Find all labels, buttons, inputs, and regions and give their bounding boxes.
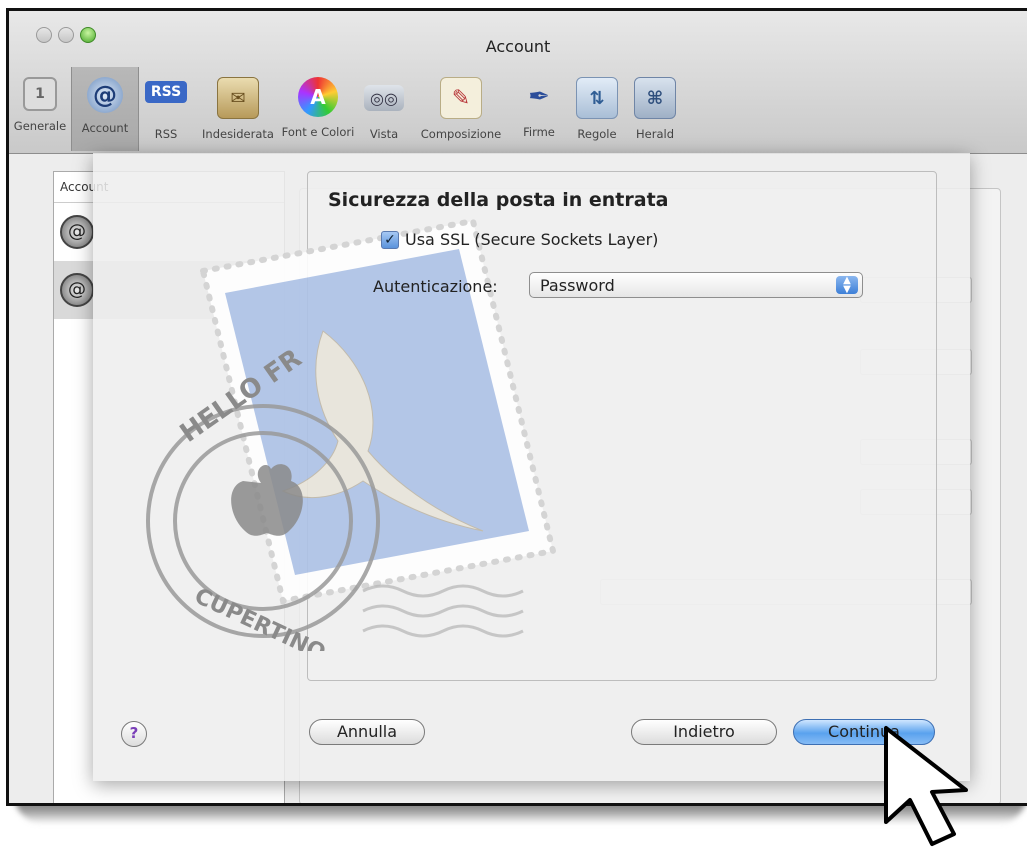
toolbar: 1 Generale @ Account RSS RSS ✉ Indesider… [9, 67, 1027, 151]
help-button[interactable]: ? [121, 721, 147, 747]
toolbar-item-rss[interactable]: RSS RSS [141, 67, 191, 151]
toolbar-label: Vista [369, 127, 399, 141]
signature-pen-icon: ✒ [528, 82, 550, 112]
toolbar-item-generale[interactable]: 1 Generale [9, 67, 71, 151]
herald-icon: ⌘ [634, 77, 676, 119]
mail-stamp-illustration: HELLO FR CUPERTINO CA [146, 217, 557, 651]
toolbar-item-account[interactable]: @ Account [71, 67, 139, 151]
general-switch-icon: 1 [23, 77, 57, 111]
account-at-icon: @ [60, 273, 94, 307]
rules-icon: ⇅ [576, 77, 618, 119]
toolbar-item-composizione[interactable]: ✎ Composizione [411, 67, 511, 151]
rss-icon: RSS [145, 81, 187, 103]
checkmark-icon: ✓ [384, 231, 396, 248]
toolbar-label: Herald [636, 127, 674, 141]
fonts-colors-icon: A [298, 77, 338, 117]
toolbar-label: RSS [154, 127, 178, 141]
popup-arrows-icon: ▲ ▼ [836, 276, 858, 295]
toolbar-label: Indesiderata [202, 127, 274, 141]
toolbar-label: Font e Colori [281, 125, 355, 139]
toolbar-item-vista[interactable]: ◎◎ Vista [359, 67, 409, 151]
toolbar-label: Firme [523, 125, 555, 139]
account-at-icon: @ [60, 215, 94, 249]
toolbar-item-firme[interactable]: ✒ Firme [512, 67, 566, 151]
account-setup-sheet: HELLO FR CUPERTINO CA Sicurezza della po… [93, 153, 970, 781]
cancel-button[interactable]: Annulla [309, 719, 425, 745]
ssl-label: Usa SSL (Secure Sockets Layer) [405, 230, 659, 249]
toolbar-item-font-colori[interactable]: A Font e Colori [281, 67, 355, 151]
authentication-popup[interactable]: Password ▲ ▼ [529, 272, 863, 298]
authentication-label: Autenticazione: [373, 277, 498, 296]
toolbar-label: Composizione [420, 127, 502, 141]
glasses-icon: ◎◎ [364, 85, 404, 111]
compose-pencil-icon: ✎ [440, 77, 482, 119]
title-bar: Account 1 Generale @ Account RSS RSS ✉ I… [9, 11, 1027, 154]
at-sign-icon: @ [87, 77, 123, 113]
back-button[interactable]: Indietro [631, 719, 777, 745]
toolbar-label: Regole [577, 127, 617, 141]
authentication-value: Password [540, 276, 615, 295]
sheet-title: Sicurezza della posta in entrata [328, 189, 669, 211]
mouse-pointer-icon [884, 726, 968, 846]
toolbar-label: Generale [13, 119, 67, 133]
preferences-window: Account 1 Generale @ Account RSS RSS ✉ I… [6, 8, 1027, 806]
ssl-checkbox[interactable]: ✓ [381, 230, 399, 249]
svg-text:CUPERTINO CA: CUPERTINO CA [190, 584, 366, 651]
junk-mail-icon: ✉ [217, 77, 259, 119]
toolbar-item-regole[interactable]: ⇅ Regole [567, 67, 627, 151]
toolbar-item-indesiderata[interactable]: ✉ Indesiderata [195, 67, 281, 151]
toolbar-item-herald[interactable]: ⌘ Herald [627, 67, 683, 151]
ssl-option-row[interactable]: ✓ Usa SSL (Secure Sockets Layer) [381, 230, 658, 249]
window-title: Account [485, 37, 551, 56]
toolbar-label: Account [81, 121, 129, 135]
